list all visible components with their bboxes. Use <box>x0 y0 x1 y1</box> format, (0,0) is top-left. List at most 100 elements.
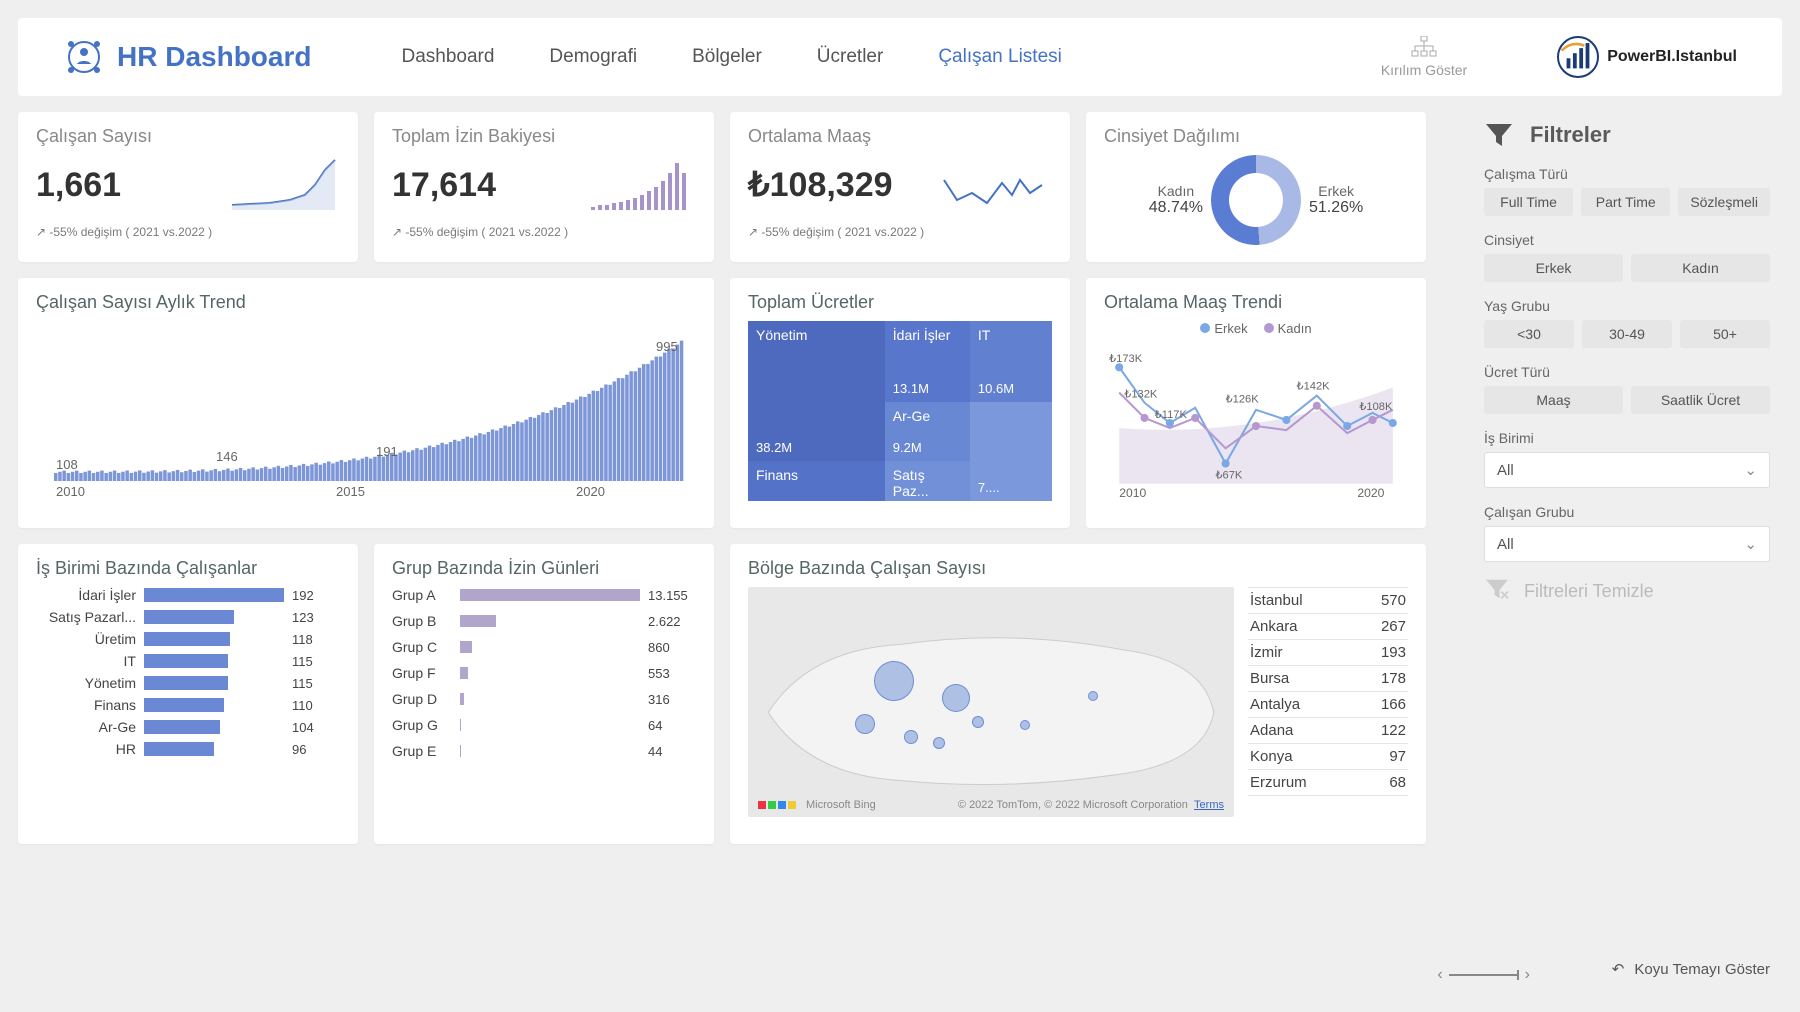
gender-male-pct: 51.26% <box>1309 199 1363 217</box>
treemap-cell-it[interactable]: IT10.6M <box>970 321 1052 402</box>
region-row[interactable]: İstanbul570 <box>1248 587 1408 614</box>
page-slider[interactable]: ‹ › <box>1437 966 1530 984</box>
chip-salary[interactable]: Maaş <box>1484 386 1623 414</box>
dept-name: Yönetim <box>36 675 136 691</box>
chip-female[interactable]: Kadın <box>1631 254 1770 282</box>
treemap-card: Toplam Ücretler Yönetim38.2M Finans İdar… <box>730 278 1070 528</box>
monthly-trend-title: Çalışan Sayısı Aylık Trend <box>36 292 696 313</box>
dept-row[interactable]: Finans110 <box>36 697 332 713</box>
group-row[interactable]: Grup C860 <box>392 639 696 655</box>
kpi-employees-delta: ↗ -55% değişim ( 2021 vs.2022 ) <box>36 225 340 239</box>
group-row[interactable]: Grup D316 <box>392 691 696 707</box>
region-value: 97 <box>1389 748 1406 765</box>
nav-calisan-listesi[interactable]: Çalışan Listesi <box>938 46 1062 68</box>
clear-filters-button[interactable]: Filtreleri Temizle <box>1484 578 1770 605</box>
treemap-cell-arge[interactable]: Ar-Ge9.2M <box>885 402 970 461</box>
region-row[interactable]: Antalya166 <box>1248 692 1408 718</box>
chip-contract[interactable]: Sözleşmeli <box>1678 188 1770 216</box>
logo-block: HR Dashboard <box>63 36 311 78</box>
gender-female-name: Kadın <box>1149 183 1203 199</box>
dept-row[interactable]: Ar-Ge104 <box>36 719 332 735</box>
chevron-down-icon: ⌄ <box>1744 461 1757 479</box>
select-unit-value: All <box>1497 462 1514 479</box>
treemap-title: Toplam Ücretler <box>748 292 1052 313</box>
filter-age-label: Yaş Grubu <box>1484 298 1770 314</box>
region-row[interactable]: Ankara267 <box>1248 614 1408 640</box>
group-row[interactable]: Grup F553 <box>392 665 696 681</box>
dept-row[interactable]: IT115 <box>36 653 332 669</box>
funnel-icon <box>1484 122 1514 148</box>
nav-bolgeler[interactable]: Bölgeler <box>692 46 762 68</box>
group-name: Grup A <box>392 587 452 603</box>
dept-name: Satış Pazarl... <box>36 609 136 625</box>
region-row[interactable]: Konya97 <box>1248 744 1408 770</box>
nav-demografi[interactable]: Demografi <box>549 46 637 68</box>
svg-text:₺117K: ₺117K <box>1155 409 1188 421</box>
dept-row[interactable]: Yönetim115 <box>36 675 332 691</box>
chip-age-50plus[interactable]: 50+ <box>1680 320 1770 348</box>
region-row[interactable]: Bursa178 <box>1248 666 1408 692</box>
group-value: 13.155 <box>648 588 688 603</box>
dept-bar-list[interactable]: İdari İşler192 Satış Pazarl...123 Üretim11… <box>36 587 340 807</box>
nav-dashboard[interactable]: Dashboard <box>401 46 494 68</box>
region-name: Bursa <box>1250 670 1289 687</box>
group-name: Grup D <box>392 691 452 707</box>
hr-logo-icon <box>63 36 105 78</box>
breakdown-button[interactable]: Kırılım Göster <box>1381 36 1467 78</box>
filter-salarytype-label: Ücret Türü <box>1484 364 1770 380</box>
dept-name: HR <box>36 741 136 757</box>
kpi-employees-title: Çalışan Sayısı <box>36 126 340 147</box>
group-row[interactable]: Grup B2.622 <box>392 613 696 629</box>
chip-parttime[interactable]: Part Time <box>1581 188 1670 216</box>
dept-name: Ar-Ge <box>36 719 136 735</box>
gender-title: Cinsiyet Dağılımı <box>1104 126 1408 147</box>
dept-row[interactable]: Satış Pazarl...123 <box>36 609 332 625</box>
region-row[interactable]: Erzurum 68 <box>1248 770 1408 796</box>
region-row[interactable]: Adana122 <box>1248 718 1408 744</box>
select-group[interactable]: All ⌄ <box>1484 526 1770 562</box>
svg-text:₺67K: ₺67K <box>1215 470 1242 482</box>
group-leave-list: Grup A 13.155 Grup B2.622 Grup C860 Grup F55… <box>392 587 696 759</box>
filter-unit-label: İş Birimi <box>1484 430 1770 446</box>
filters-title: Filtreler <box>1530 122 1611 148</box>
nav-ucretler[interactable]: Ücretler <box>817 46 884 68</box>
region-map[interactable]: Microsoft Bing © 2022 TomTom, © 2022 Mic… <box>748 587 1234 817</box>
group-row[interactable]: Grup G64 <box>392 717 696 733</box>
treemap-cell-yonetim[interactable]: Yönetim38.2M <box>748 321 885 461</box>
dept-row[interactable]: Üretim118 <box>36 631 332 647</box>
kpi-employees-sparkline <box>230 155 340 215</box>
region-name: Erzurum <box>1250 774 1307 791</box>
hierarchy-icon <box>1410 36 1438 58</box>
region-value: 166 <box>1381 696 1406 713</box>
salary-trend-chart: ₺173K ₺132K ₺117K ₺126K ₺67K ₺142K ₺108K… <box>1104 338 1408 508</box>
chip-hourly[interactable]: Saatlik Ücret <box>1631 386 1770 414</box>
dept-row[interactable]: HR96 <box>36 741 332 757</box>
treemap-cell-finans[interactable]: Finans <box>748 461 885 501</box>
region-map-card: Bölge Bazında Çalışan Sayısı <box>730 544 1426 844</box>
select-unit[interactable]: All ⌄ <box>1484 452 1770 488</box>
map-attribution: Microsoft Bing <box>758 799 876 811</box>
group-row[interactable]: Grup E44 <box>392 743 696 759</box>
svg-text:108: 108 <box>56 457 78 472</box>
dept-name: IT <box>36 653 136 669</box>
region-value: 68 <box>1389 774 1406 791</box>
turkey-map-shape <box>748 587 1234 817</box>
region-row[interactable]: İzmir193 <box>1248 640 1408 666</box>
treemap-cell-satis[interactable]: Satış Paz... <box>885 461 970 501</box>
kpi-salary-sparkline <box>942 155 1052 215</box>
treemap-cell-idari[interactable]: İdari İşler13.1M <box>885 321 970 402</box>
chip-fulltime[interactable]: Full Time <box>1484 188 1573 216</box>
theme-toggle-button[interactable]: ↶ Koyu Temayı Göster <box>1612 960 1770 978</box>
chip-age-30-49[interactable]: 30-49 <box>1582 320 1672 348</box>
chip-male[interactable]: Erkek <box>1484 254 1623 282</box>
svg-text:₺108K: ₺108K <box>1359 401 1393 413</box>
group-row[interactable]: Grup A 13.155 <box>392 587 696 603</box>
dept-row[interactable]: İdari İşler192 <box>36 587 332 603</box>
kpi-salary-value: ₺108,329 <box>748 165 893 205</box>
dept-value: 118 <box>292 632 313 647</box>
map-terms-link[interactable]: Terms <box>1194 799 1224 811</box>
salary-trend-card: Ortalama Maaş Trendi Erkek Kadın ₺173K ₺… <box>1086 278 1426 528</box>
group-name: Grup F <box>392 665 452 681</box>
treemap-cell-other[interactable]: 7.... <box>970 402 1052 501</box>
chip-age-under30[interactable]: <30 <box>1484 320 1574 348</box>
